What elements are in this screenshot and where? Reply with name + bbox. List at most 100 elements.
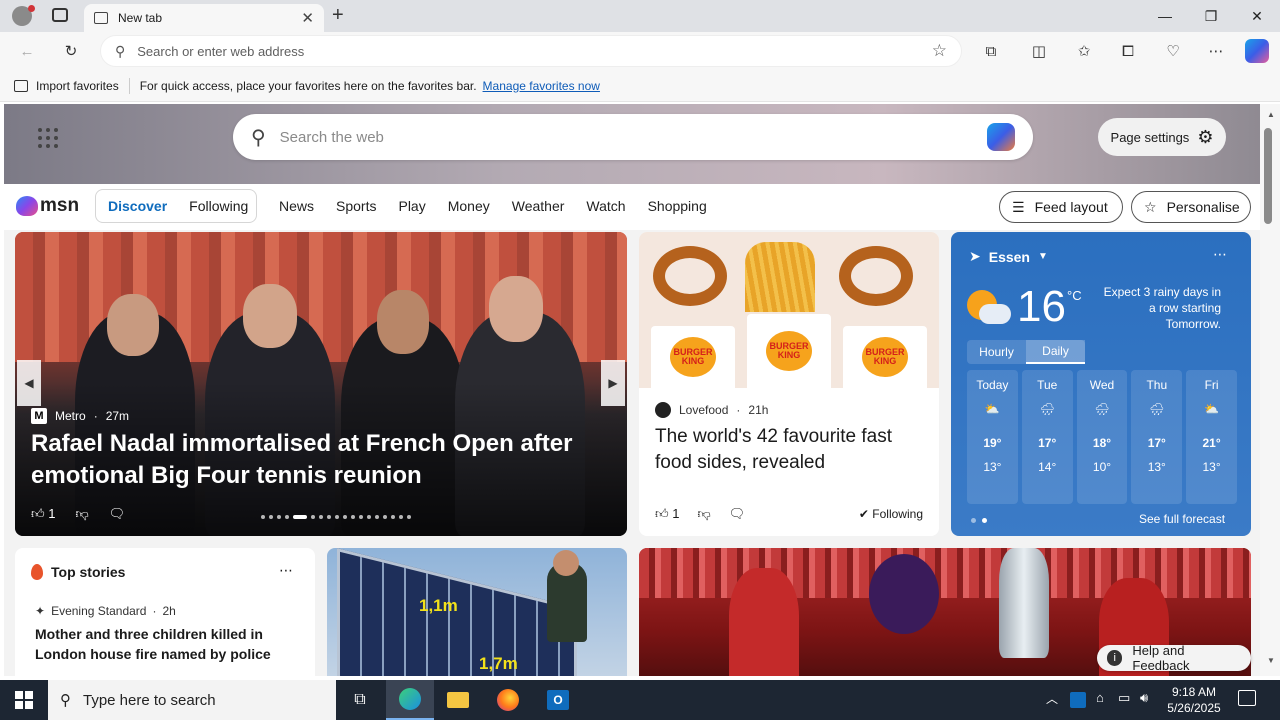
personalise-button[interactable]: ☆ Personalise [1131,191,1251,223]
manage-favorites-link[interactable]: Manage favorites now [483,79,600,93]
feed-switcher: Discover Following [95,189,257,223]
windows-start-button[interactable] [0,680,48,720]
like-button[interactable]: 👍︎ 1 [655,506,679,522]
day-high: 18° [1092,436,1112,450]
taskbar-search[interactable]: ⚲ Type here to search [48,680,336,720]
restore-button[interactable]: ❐ [1188,0,1234,32]
task-view-icon[interactable]: ⧉ [336,680,384,720]
minimize-button[interactable]: — [1142,0,1188,32]
favorites-icon[interactable]: ✩ [1071,38,1097,64]
outlook-tray-icon[interactable] [1070,692,1086,708]
notifications-icon[interactable] [1238,690,1256,706]
more-options-icon[interactable]: ⋯ [279,562,293,579]
comment-icon[interactable]: 🗨︎ [109,506,126,522]
dislike-icon[interactable]: 👎︎ [75,506,88,522]
edge-taskbar-icon[interactable] [386,680,434,720]
tab-discover[interactable]: Discover [108,198,167,214]
food-headline[interactable]: The world's 42 favourite fast food sides… [655,424,925,476]
hero-source-name[interactable]: Metro [55,409,86,423]
carousel-prev-button[interactable]: ◀ [17,360,41,406]
import-favorites-icon[interactable] [14,79,28,92]
player-figure [729,568,799,676]
scroll-down-icon[interactable]: ▼ [1267,656,1275,665]
address-bar[interactable]: ⚲ Search or enter web address ☆ [100,35,962,67]
like-count: 1 [48,506,56,521]
file-explorer-icon[interactable] [434,680,482,720]
help-icon: i [1107,650,1123,666]
story-source-name[interactable]: Evening Standard [51,604,146,618]
close-tab-icon[interactable]: ✕ [301,9,314,27]
scroll-up-icon[interactable]: ▲ [1267,110,1275,119]
forecast-day[interactable]: Tue 🌧︎ 17° 14° [1021,370,1073,504]
msn-logo[interactable]: msn [16,192,79,220]
extensions-icon[interactable]: ⧉ [978,38,1004,64]
show-hidden-icons[interactable]: ︿ [1046,690,1058,707]
tab-actions-icon[interactable] [52,8,68,22]
check-icon: ✔ [858,507,869,521]
firefox-icon[interactable] [484,680,532,720]
nav-watch[interactable]: Watch [586,198,625,214]
nav-shopping[interactable]: Shopping [648,198,707,214]
page-scrollbar[interactable]: ▲ ▼ [1260,104,1280,676]
tab-following[interactable]: Following [189,198,248,214]
apps-grid-icon[interactable] [38,128,58,148]
hero-carousel[interactable]: ◀ ▶ M Metro · 27m Rafael Nadal immortali… [15,232,627,536]
forecast-day[interactable]: Today ⛅ 19° 13° [967,370,1018,504]
nav-sports[interactable]: Sports [336,198,376,214]
widget-page-dots[interactable] [971,518,987,523]
copilot-icon[interactable] [1245,39,1269,63]
refresh-button[interactable]: ↻ [58,38,84,64]
scrollbar-thumb[interactable] [1264,128,1272,224]
weather-widget[interactable]: ➤ Essen ▼ ⋯ 16 °C Expect 3 rainy days in… [951,232,1251,536]
hero-headline[interactable]: Rafael Nadal immortalised at French Open… [31,428,611,492]
rain-cloud-icon: 🌧︎ [1094,402,1110,416]
nav-money[interactable]: Money [448,198,490,214]
network-tray-icon[interactable]: ⌂ [1096,690,1104,705]
volume-icon[interactable]: 🔊︎ [1140,690,1148,706]
weather-message[interactable]: Expect 3 rainy days in a row starting To… [1099,284,1221,332]
close-window-button[interactable]: ✕ [1234,0,1280,32]
forecast-day[interactable]: Fri ⛅ 21° 13° [1186,370,1237,504]
see-full-forecast-link[interactable]: See full forecast [1139,512,1225,526]
star-icon: ☆ [1144,198,1157,215]
browser-essentials-icon[interactable]: ♡ [1160,38,1186,64]
back-button[interactable]: ← [14,38,40,64]
copilot-icon[interactable] [987,123,1015,151]
news-card-food[interactable]: BURGER KING BURGER KING BURGER KING Love… [639,232,939,536]
import-favorites-button[interactable]: Import favorites [36,79,119,93]
nav-weather[interactable]: Weather [512,198,565,214]
following-badge[interactable]: ✔ Following [859,507,923,521]
story-headline[interactable]: Mother and three children killed in Lond… [35,624,295,664]
more-menu-icon[interactable]: ⋯ [1203,38,1229,64]
more-options-icon[interactable]: ⋯ [1213,246,1227,263]
address-input[interactable]: Search or enter web address [137,44,931,59]
nav-play[interactable]: Play [398,198,425,214]
outlook-icon[interactable]: O [534,680,582,720]
news-card-solar[interactable]: 1,1m 1,7m [327,548,627,676]
page-settings-button[interactable]: Page settings ⚙ [1098,118,1226,156]
help-feedback-button[interactable]: i Help and Feedback [1097,643,1251,673]
monitor-tray-icon[interactable]: ▭ [1118,690,1130,706]
clock[interactable]: 9:18 AM 5/26/2025 [1166,684,1222,716]
web-search-box[interactable]: ⚲ Search the web [233,114,1033,160]
new-tab-button[interactable]: + [332,4,344,27]
nav-news[interactable]: News [279,198,314,214]
weather-location[interactable]: ➤ Essen ▼ [969,248,1048,265]
dislike-icon[interactable]: 👎︎ [697,506,710,522]
tab-new-tab[interactable]: New tab ✕ [84,4,324,32]
web-search-input[interactable]: Search the web [280,129,987,146]
carousel-indicators[interactable] [261,515,411,519]
collections-icon[interactable]: ⧠ [1115,38,1141,64]
taskbar-search-input[interactable]: Type here to search [83,692,216,709]
food-source-name[interactable]: Lovefood [679,403,728,417]
feed-layout-button[interactable]: ☰ Feed layout [999,191,1123,223]
carousel-next-button[interactable]: ▶ [601,360,625,406]
like-button[interactable]: 👍︎ 1 [31,506,55,522]
comment-icon[interactable]: 🗨︎ [729,506,746,522]
tab-daily[interactable]: Daily [1026,340,1085,364]
forecast-day[interactable]: Wed 🌧︎ 18° 10° [1076,370,1128,504]
split-screen-icon[interactable]: ◫ [1026,38,1052,64]
tab-hourly[interactable]: Hourly [967,340,1026,364]
favorite-star-icon[interactable]: ☆ [932,41,947,61]
forecast-day[interactable]: Thu 🌧︎ 17° 13° [1131,370,1183,504]
